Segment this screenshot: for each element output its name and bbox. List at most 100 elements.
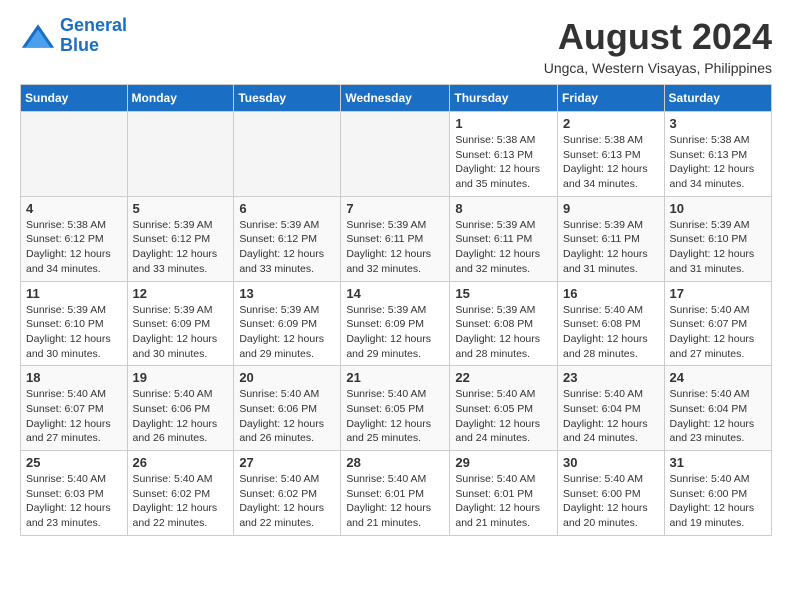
- calendar-cell: 21 Sunrise: 5:40 AMSunset: 6:05 PMDayligh…: [341, 366, 450, 451]
- day-info: Sunrise: 5:38 AMSunset: 6:13 PMDaylight:…: [455, 133, 552, 192]
- day-number: 28: [346, 455, 444, 470]
- day-info: Sunrise: 5:40 AMSunset: 6:02 PMDaylight:…: [133, 472, 229, 531]
- day-info: Sunrise: 5:38 AMSunset: 6:13 PMDaylight:…: [563, 133, 659, 192]
- day-number: 2: [563, 116, 659, 131]
- day-header-tuesday: Tuesday: [234, 85, 341, 112]
- calendar-cell: [234, 112, 341, 197]
- calendar-cell: 14Sunrise: 5:39 AMSunset: 6:09 PMDayligh…: [341, 281, 450, 366]
- day-number: 19: [133, 370, 229, 385]
- calendar-cell: 15Sunrise: 5:39 AMSunset: 6:08 PMDayligh…: [450, 281, 558, 366]
- day-header-sunday: Sunday: [21, 85, 128, 112]
- title-block: August 2024 Ungca, Western Visayas, Phil…: [544, 16, 772, 76]
- calendar-cell: 11 Sunrise: 5:39 AMSunset: 6:10 PMDayligh…: [21, 281, 128, 366]
- calendar-cell: 28 Sunrise: 5:40 AMSunset: 6:01 PMDayligh…: [341, 451, 450, 536]
- day-number: 26: [133, 455, 229, 470]
- calendar-cell: 3 Sunrise: 5:38 AMSunset: 6:13 PMDaylight…: [664, 112, 771, 197]
- calendar-cell: 20Sunrise: 5:40 AMSunset: 6:06 PMDayligh…: [234, 366, 341, 451]
- day-number: 7: [346, 201, 444, 216]
- calendar-cell: [21, 112, 128, 197]
- calendar-cell: 6 Sunrise: 5:39 AMSunset: 6:12 PMDaylight…: [234, 196, 341, 281]
- day-info: Sunrise: 5:40 AMSunset: 6:04 PMDaylight:…: [670, 387, 766, 446]
- day-number: 23: [563, 370, 659, 385]
- day-info: Sunrise: 5:40 AMSunset: 6:00 PMDaylight:…: [563, 472, 659, 531]
- day-number: 31: [670, 455, 766, 470]
- day-number: 30: [563, 455, 659, 470]
- calendar-cell: 2 Sunrise: 5:38 AMSunset: 6:13 PMDaylight…: [558, 112, 665, 197]
- day-number: 6: [239, 201, 335, 216]
- day-header-saturday: Saturday: [664, 85, 771, 112]
- day-number: 11: [26, 286, 122, 301]
- calendar-cell: 9Sunrise: 5:39 AMSunset: 6:11 PMDaylight…: [558, 196, 665, 281]
- day-info: Sunrise: 5:39 AMSunset: 6:12 PMDaylight:…: [133, 218, 229, 277]
- logo-line1: General: [60, 15, 127, 35]
- day-header-friday: Friday: [558, 85, 665, 112]
- day-info: Sunrise: 5:40 AMSunset: 6:02 PMDaylight:…: [239, 472, 335, 531]
- day-info: Sunrise: 5:40 AMSunset: 6:07 PMDaylight:…: [670, 303, 766, 362]
- day-number: 25: [26, 455, 122, 470]
- day-info: Sunrise: 5:39 AMSunset: 6:11 PMDaylight:…: [346, 218, 444, 277]
- calendar-cell: 24Sunrise: 5:40 AMSunset: 6:04 PMDayligh…: [664, 366, 771, 451]
- calendar-cell: 25 Sunrise: 5:40 AMSunset: 6:03 PMDayligh…: [21, 451, 128, 536]
- calendar-cell: 26 Sunrise: 5:40 AMSunset: 6:02 PMDayligh…: [127, 451, 234, 536]
- day-info: Sunrise: 5:40 AMSunset: 6:03 PMDaylight:…: [26, 472, 122, 531]
- day-info: Sunrise: 5:38 AMSunset: 6:12 PMDaylight:…: [26, 218, 122, 277]
- week-row-4: 18Sunrise: 5:40 AMSunset: 6:07 PMDayligh…: [21, 366, 772, 451]
- calendar-cell: 18Sunrise: 5:40 AMSunset: 6:07 PMDayligh…: [21, 366, 128, 451]
- calendar-cell: 8 Sunrise: 5:39 AMSunset: 6:11 PMDaylight…: [450, 196, 558, 281]
- day-number: 17: [670, 286, 766, 301]
- day-number: 21: [346, 370, 444, 385]
- calendar-table: SundayMondayTuesdayWednesdayThursdayFrid…: [20, 84, 772, 536]
- header-row: SundayMondayTuesdayWednesdayThursdayFrid…: [21, 85, 772, 112]
- day-info: Sunrise: 5:40 AMSunset: 6:05 PMDaylight:…: [455, 387, 552, 446]
- calendar-cell: [341, 112, 450, 197]
- calendar-cell: 10 Sunrise: 5:39 AMSunset: 6:10 PMDayligh…: [664, 196, 771, 281]
- day-number: 29: [455, 455, 552, 470]
- calendar-cell: 12Sunrise: 5:39 AMSunset: 6:09 PMDayligh…: [127, 281, 234, 366]
- day-number: 18: [26, 370, 122, 385]
- week-row-3: 11 Sunrise: 5:39 AMSunset: 6:10 PMDayligh…: [21, 281, 772, 366]
- day-number: 13: [239, 286, 335, 301]
- calendar-cell: 16Sunrise: 5:40 AMSunset: 6:08 PMDayligh…: [558, 281, 665, 366]
- day-number: 4: [26, 201, 122, 216]
- day-number: 3: [670, 116, 766, 131]
- logo-line2: Blue: [60, 35, 99, 55]
- day-info: Sunrise: 5:40 AMSunset: 6:06 PMDaylight:…: [133, 387, 229, 446]
- calendar-cell: 23 Sunrise: 5:40 AMSunset: 6:04 PMDayligh…: [558, 366, 665, 451]
- month-title: August 2024: [544, 16, 772, 58]
- day-number: 5: [133, 201, 229, 216]
- day-number: 20: [239, 370, 335, 385]
- day-number: 10: [670, 201, 766, 216]
- week-row-2: 4 Sunrise: 5:38 AMSunset: 6:12 PMDaylight…: [21, 196, 772, 281]
- day-info: Sunrise: 5:39 AMSunset: 6:12 PMDaylight:…: [239, 218, 335, 277]
- calendar-cell: 29 Sunrise: 5:40 AMSunset: 6:01 PMDayligh…: [450, 451, 558, 536]
- day-info: Sunrise: 5:39 AMSunset: 6:11 PMDaylight:…: [563, 218, 659, 277]
- day-info: Sunrise: 5:38 AMSunset: 6:13 PMDaylight:…: [670, 133, 766, 192]
- day-header-wednesday: Wednesday: [341, 85, 450, 112]
- day-info: Sunrise: 5:40 AMSunset: 6:04 PMDaylight:…: [563, 387, 659, 446]
- week-row-1: 1Sunrise: 5:38 AMSunset: 6:13 PMDaylight…: [21, 112, 772, 197]
- day-number: 12: [133, 286, 229, 301]
- calendar-cell: [127, 112, 234, 197]
- header: General Blue August 2024 Ungca, Western …: [20, 16, 772, 76]
- calendar-cell: 4 Sunrise: 5:38 AMSunset: 6:12 PMDaylight…: [21, 196, 128, 281]
- day-header-monday: Monday: [127, 85, 234, 112]
- calendar-cell: 1Sunrise: 5:38 AMSunset: 6:13 PMDaylight…: [450, 112, 558, 197]
- day-info: Sunrise: 5:40 AMSunset: 6:00 PMDaylight:…: [670, 472, 766, 531]
- day-info: Sunrise: 5:39 AMSunset: 6:11 PMDaylight:…: [455, 218, 552, 277]
- day-info: Sunrise: 5:40 AMSunset: 6:05 PMDaylight:…: [346, 387, 444, 446]
- day-info: Sunrise: 5:40 AMSunset: 6:01 PMDaylight:…: [346, 472, 444, 531]
- calendar-cell: 5 Sunrise: 5:39 AMSunset: 6:12 PMDaylight…: [127, 196, 234, 281]
- week-row-5: 25 Sunrise: 5:40 AMSunset: 6:03 PMDayligh…: [21, 451, 772, 536]
- calendar-cell: 17 Sunrise: 5:40 AMSunset: 6:07 PMDayligh…: [664, 281, 771, 366]
- day-number: 27: [239, 455, 335, 470]
- day-info: Sunrise: 5:39 AMSunset: 6:10 PMDaylight:…: [670, 218, 766, 277]
- day-number: 16: [563, 286, 659, 301]
- calendar-cell: 31 Sunrise: 5:40 AMSunset: 6:00 PMDayligh…: [664, 451, 771, 536]
- calendar-cell: 7 Sunrise: 5:39 AMSunset: 6:11 PMDaylight…: [341, 196, 450, 281]
- day-number: 14: [346, 286, 444, 301]
- day-info: Sunrise: 5:39 AMSunset: 6:10 PMDaylight:…: [26, 303, 122, 362]
- day-number: 8: [455, 201, 552, 216]
- day-info: Sunrise: 5:40 AMSunset: 6:01 PMDaylight:…: [455, 472, 552, 531]
- day-number: 15: [455, 286, 552, 301]
- logo: General Blue: [20, 16, 127, 56]
